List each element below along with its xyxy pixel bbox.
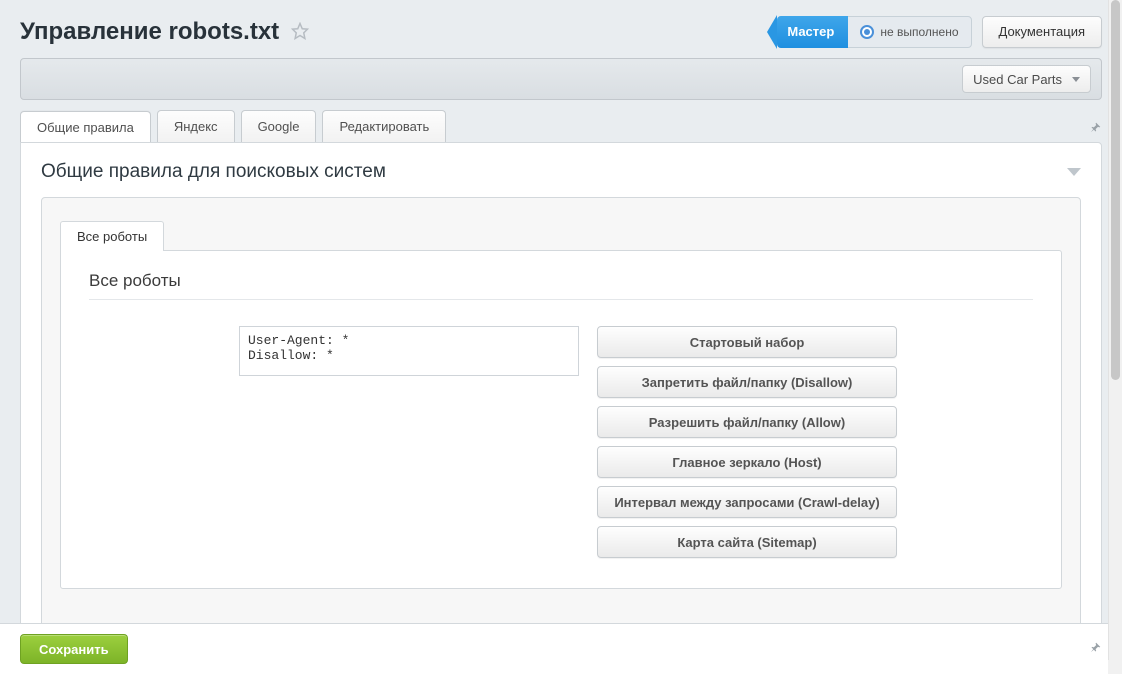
wizard-button-label: Мастер xyxy=(787,16,834,48)
pin-icon[interactable] xyxy=(1088,121,1102,142)
inner-content: Все роботы Стартовый набор Запретить фай… xyxy=(60,250,1062,589)
page-header: Управление robots.txt Мастер не выполнен… xyxy=(0,0,1122,58)
tab-edit[interactable]: Редактировать xyxy=(322,110,446,142)
divider xyxy=(89,299,1033,300)
site-select[interactable]: Used Car Parts xyxy=(962,65,1091,93)
btn-sitemap[interactable]: Карта сайта (Sitemap) xyxy=(597,526,897,558)
inner-tab-all-robots[interactable]: Все роботы xyxy=(60,221,164,251)
collapse-chevron-icon[interactable] xyxy=(1067,168,1081,176)
chevron-down-icon xyxy=(1072,77,1080,82)
btn-label: Запретить файл/папку (Disallow) xyxy=(642,375,853,390)
rule-buttons-column: Стартовый набор Запретить файл/папку (Di… xyxy=(597,326,897,558)
main-tabs: Общие правила Яндекс Google Редактироват… xyxy=(0,110,1122,142)
tab-label: Google xyxy=(258,119,300,134)
wizard-status-text: не выполнено xyxy=(880,25,958,39)
vertical-scrollbar[interactable] xyxy=(1108,0,1122,674)
tab-yandex[interactable]: Яндекс xyxy=(157,110,235,142)
page-title: Управление robots.txt xyxy=(20,18,279,46)
wizard-button[interactable]: Мастер xyxy=(777,16,848,48)
rules-panel: Общие правила для поисковых систем Все р… xyxy=(20,142,1102,637)
inner-heading: Все роботы xyxy=(89,271,1033,291)
btn-disallow[interactable]: Запретить файл/папку (Disallow) xyxy=(597,366,897,398)
robots-textarea[interactable] xyxy=(239,326,579,376)
tab-label: Редактировать xyxy=(339,119,429,134)
btn-label: Интервал между запросами (Crawl-delay) xyxy=(614,495,879,510)
save-button[interactable]: Сохранить xyxy=(20,634,128,664)
save-button-label: Сохранить xyxy=(39,642,109,657)
scroll-corner xyxy=(1108,660,1122,674)
tab-google[interactable]: Google xyxy=(241,110,317,142)
btn-label: Разрешить файл/папку (Allow) xyxy=(649,415,845,430)
footer-bar: Сохранить xyxy=(0,623,1122,674)
favorite-star-icon[interactable] xyxy=(291,22,309,43)
btn-label: Главное зеркало (Host) xyxy=(672,455,821,470)
scrollbar-thumb[interactable] xyxy=(1111,0,1120,380)
btn-starter-set[interactable]: Стартовый набор xyxy=(597,326,897,358)
status-radio-icon xyxy=(860,25,874,39)
btn-label: Стартовый набор xyxy=(690,335,805,350)
btn-host[interactable]: Главное зеркало (Host) xyxy=(597,446,897,478)
btn-allow[interactable]: Разрешить файл/папку (Allow) xyxy=(597,406,897,438)
tab-label: Яндекс xyxy=(174,119,218,134)
pin-icon[interactable] xyxy=(1088,641,1102,658)
wizard-status-box: Мастер не выполнено xyxy=(777,16,971,48)
btn-crawl-delay[interactable]: Интервал между запросами (Crawl-delay) xyxy=(597,486,897,518)
site-toolbar: Used Car Parts xyxy=(20,58,1102,100)
documentation-label: Документация xyxy=(999,24,1086,39)
tab-general-rules[interactable]: Общие правила xyxy=(20,111,151,143)
tab-label: Общие правила xyxy=(37,120,134,135)
inner-tab-label: Все роботы xyxy=(77,229,147,244)
documentation-button[interactable]: Документация xyxy=(982,16,1103,48)
site-select-label: Used Car Parts xyxy=(973,72,1062,87)
btn-label: Карта сайта (Sitemap) xyxy=(677,535,816,550)
inner-frame: Все роботы Все роботы Стартовый набор За… xyxy=(41,197,1081,628)
panel-title: Общие правила для поисковых систем xyxy=(41,161,386,183)
